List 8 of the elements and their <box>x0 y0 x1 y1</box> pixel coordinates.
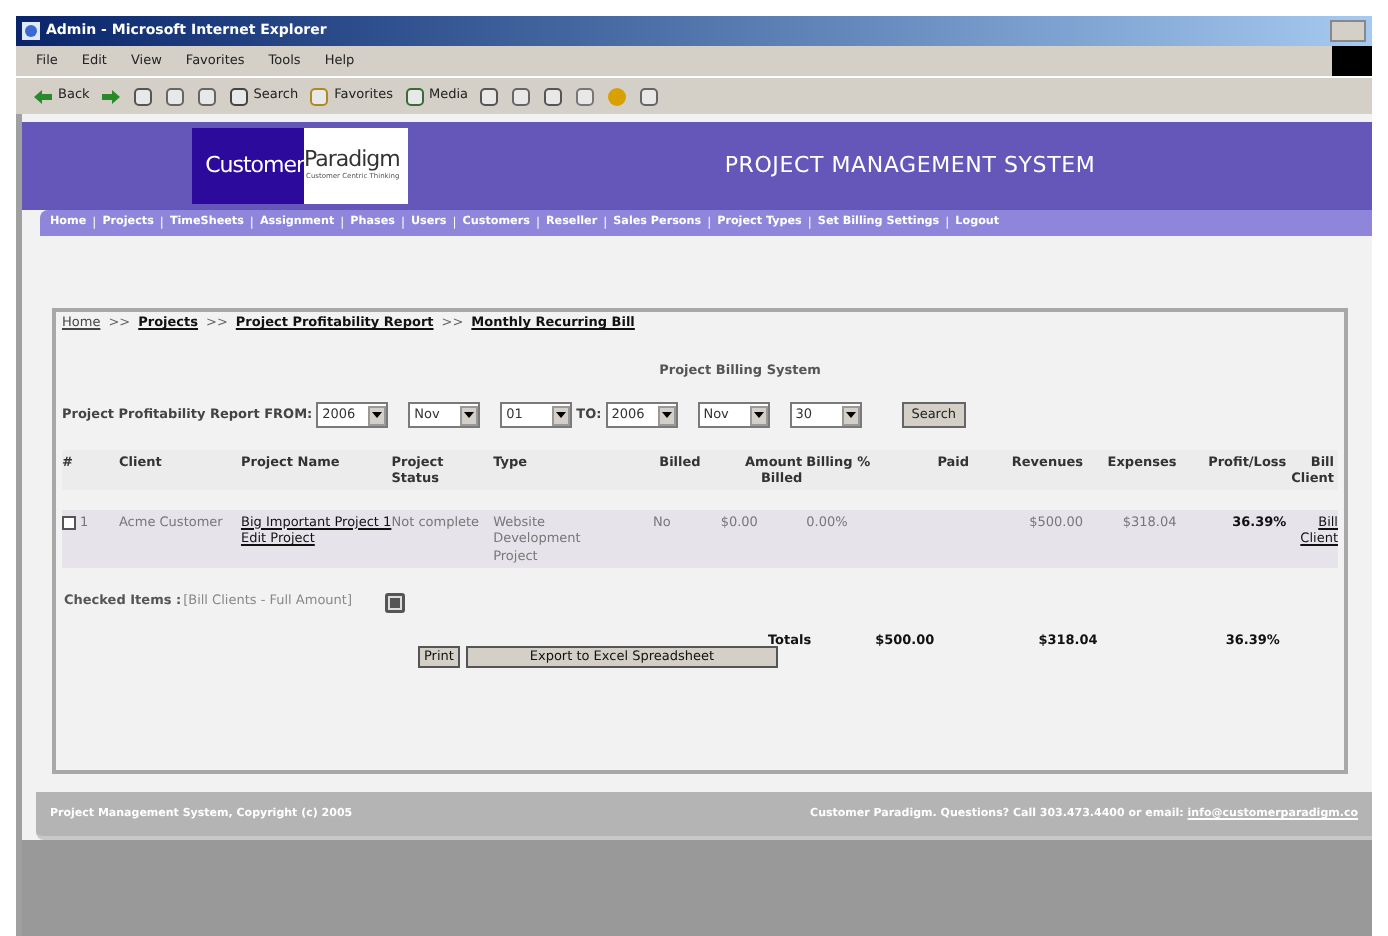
app-title: PROJECT MANAGEMENT SYSTEM <box>722 149 1098 182</box>
apply-button-icon[interactable] <box>384 591 406 614</box>
toolbar-button[interactable] <box>99 85 122 107</box>
forward-arrow-icon <box>99 85 122 107</box>
back-arrow-icon <box>32 85 54 107</box>
browser-icon <box>22 22 40 40</box>
row-checkbox[interactable] <box>62 515 76 529</box>
throbber-logo <box>1332 46 1372 76</box>
